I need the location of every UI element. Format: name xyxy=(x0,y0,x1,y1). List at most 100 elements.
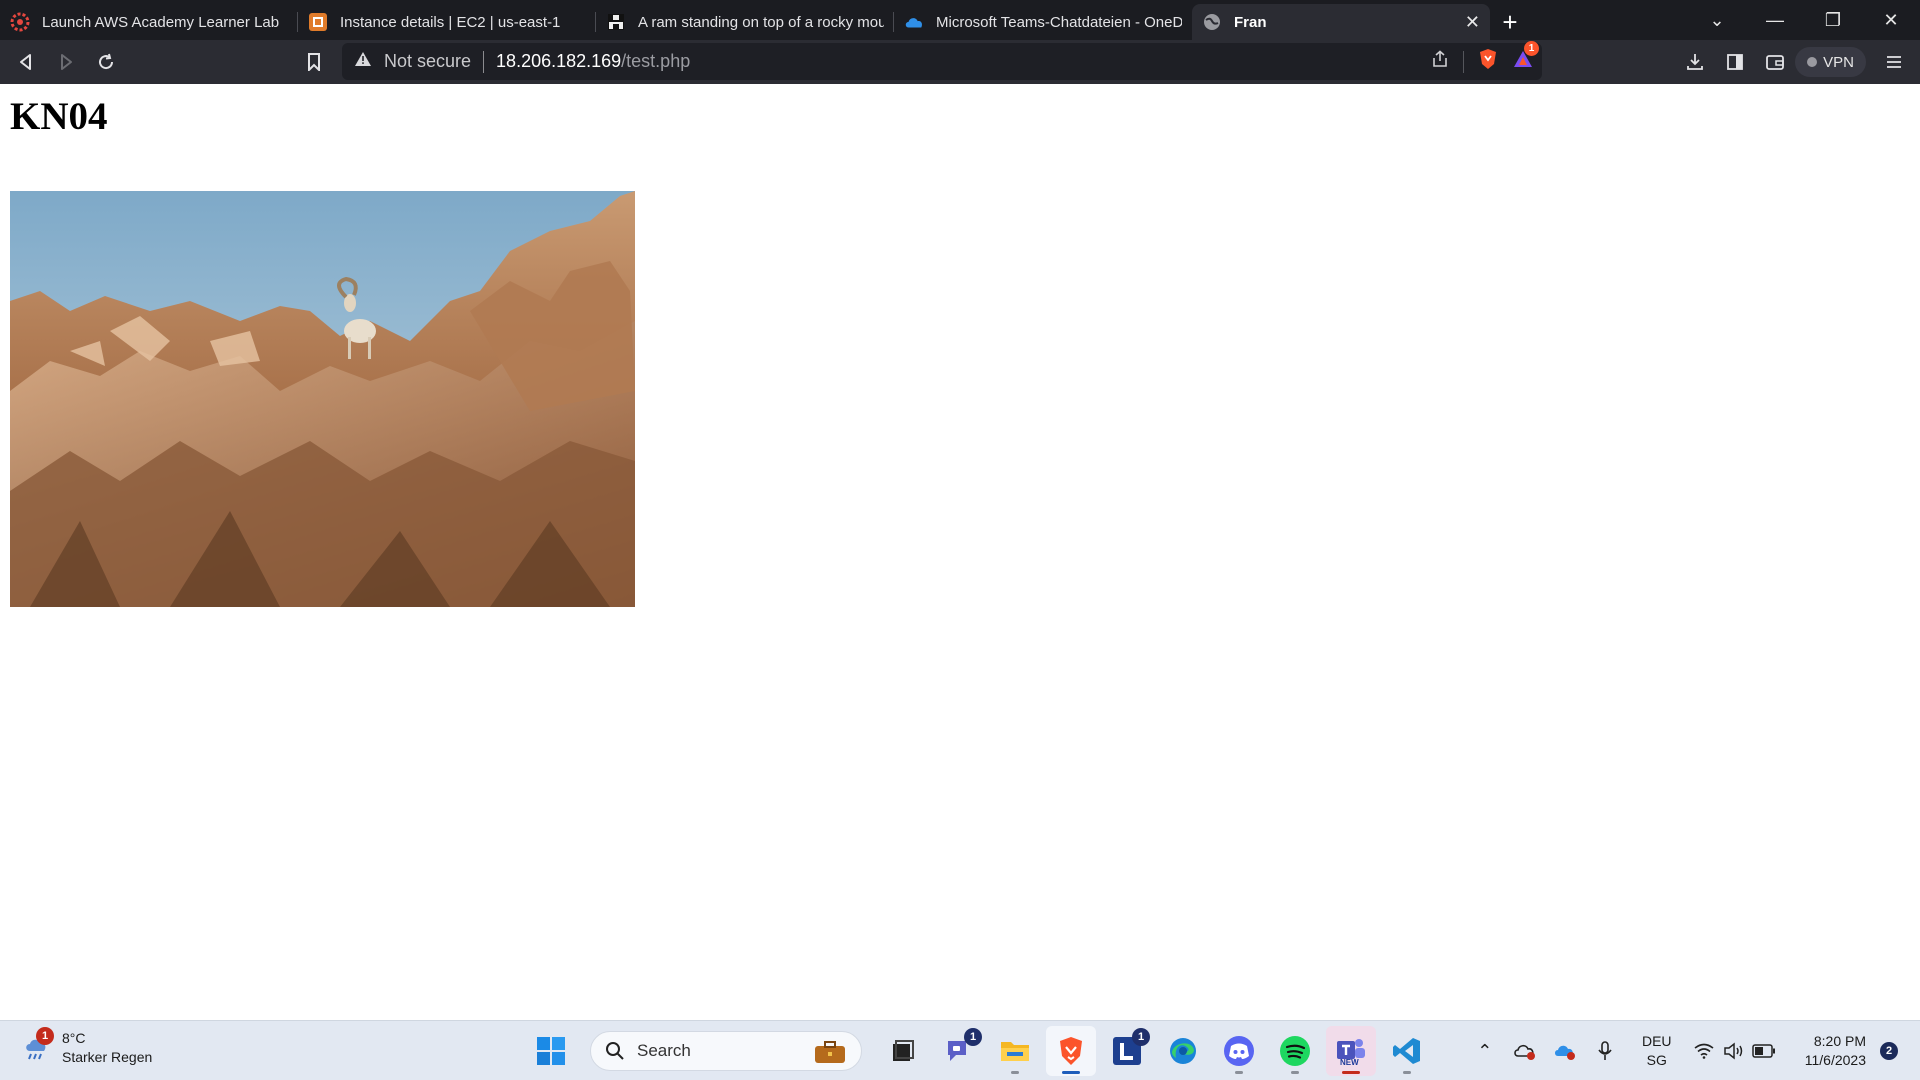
tab-title: Fran xyxy=(1234,13,1267,31)
running-indicator xyxy=(1291,1071,1299,1074)
running-indicator xyxy=(1403,1071,1411,1074)
aws-ec2-icon xyxy=(308,12,328,32)
brave-rewards-icon[interactable]: 1 xyxy=(1512,41,1539,74)
hamburger-menu-icon xyxy=(1887,56,1901,68)
onedrive-icon xyxy=(904,12,924,32)
notification-center-button[interactable]: 2 xyxy=(1874,1042,1904,1060)
new-tab-button[interactable]: + xyxy=(1490,4,1530,40)
spotify-icon xyxy=(1280,1036,1310,1066)
search-icon xyxy=(606,1042,624,1060)
reload-button[interactable] xyxy=(86,42,126,82)
back-button[interactable] xyxy=(6,42,46,82)
taskbar-apps: Search 1 1 NEW xyxy=(526,1021,1432,1080)
microphone-icon[interactable] xyxy=(1585,1031,1625,1071)
input-language[interactable]: DEU SG xyxy=(1633,1032,1681,1070)
running-indicator xyxy=(1062,1071,1080,1074)
globe-icon xyxy=(1202,12,1222,32)
tab-ec2-instance[interactable]: Instance details | EC2 | us-east-1 xyxy=(298,4,596,40)
tab-aws-academy[interactable]: Launch AWS Academy Learner Lab xyxy=(0,4,298,40)
windows-taskbar: 1 8°C Starker Regen Search 1 1 NEW ⌃ DEU… xyxy=(0,1020,1920,1080)
vpn-label: VPN xyxy=(1823,53,1854,71)
minimize-icon[interactable]: — xyxy=(1746,10,1804,31)
ram-on-rocks-image xyxy=(10,191,635,607)
search-label: Search xyxy=(637,1041,691,1060)
address-divider xyxy=(483,50,485,73)
sidebar-button[interactable] xyxy=(1715,42,1755,82)
onedrive-error-icon[interactable] xyxy=(1505,1031,1545,1071)
tab-fran-active[interactable]: Fran ✕ xyxy=(1192,4,1490,40)
battery-icon[interactable] xyxy=(1749,1031,1779,1071)
tab-strip: Launch AWS Academy Learner Lab Instance … xyxy=(0,0,1920,40)
brave-browser-button[interactable] xyxy=(1046,1026,1096,1076)
volume-icon[interactable] xyxy=(1719,1031,1749,1071)
tab-title: Launch AWS Academy Learner Lab xyxy=(42,13,280,31)
vpn-button[interactable]: VPN xyxy=(1795,47,1866,77)
tab-title: Microsoft Teams-Chatdateien - OneDr xyxy=(936,13,1182,31)
wallet-button[interactable] xyxy=(1755,42,1795,82)
notification-count-badge: 2 xyxy=(1880,1042,1898,1060)
forward-button[interactable] xyxy=(46,42,86,82)
edge-button[interactable] xyxy=(1158,1026,1208,1076)
discord-icon xyxy=(1224,1036,1254,1066)
rewards-badge: 1 xyxy=(1524,41,1539,56)
teams-new-icon: NEW xyxy=(1335,1035,1367,1067)
download-icon xyxy=(1687,54,1704,70)
page-content: KN04 xyxy=(0,84,1920,1020)
url-path: /test.php xyxy=(621,51,691,71)
weather-badge: 1 xyxy=(36,1027,54,1045)
sidebar-icon xyxy=(1727,54,1744,70)
tab-title: Instance details | EC2 | us-east-1 xyxy=(340,13,561,31)
teams-chat-button[interactable]: 1 xyxy=(934,1026,984,1076)
taskbar-clock[interactable]: 8:20 PM 11/6/2023 xyxy=(1805,1032,1866,1070)
tab-unsplash-ram[interactable]: A ram standing on top of a rocky mou xyxy=(596,4,894,40)
spotify-button[interactable] xyxy=(1270,1026,1320,1076)
brave-shields-icon[interactable] xyxy=(1478,48,1498,75)
share-icon[interactable] xyxy=(1431,50,1449,73)
running-indicator xyxy=(1011,1071,1019,1074)
forward-icon xyxy=(61,54,72,70)
browser-toolbar: Not secure 18.206.182.169 /test.php 1 VP… xyxy=(0,40,1920,84)
address-bar-actions: 1 xyxy=(1431,41,1539,80)
vscode-icon xyxy=(1393,1038,1420,1064)
taskbar-search[interactable]: Search xyxy=(590,1031,862,1071)
system-tray: ⌃ DEU SG 8:20 PM 11/6/2023 2 xyxy=(1465,1021,1920,1080)
file-explorer-button[interactable] xyxy=(990,1026,1040,1076)
close-window-icon[interactable]: ✕ xyxy=(1862,10,1920,31)
vscode-button[interactable] xyxy=(1382,1026,1432,1076)
clock-date: 11/6/2023 xyxy=(1804,1052,1866,1068)
onedrive-sync-error-icon[interactable] xyxy=(1545,1031,1585,1071)
downloads-button[interactable] xyxy=(1675,42,1715,82)
close-tab-icon[interactable]: ✕ xyxy=(1465,12,1480,33)
reload-icon xyxy=(99,53,114,70)
tab-onedrive[interactable]: Microsoft Teams-Chatdateien - OneDr xyxy=(894,4,1192,40)
teams-new-button[interactable]: NEW xyxy=(1326,1026,1376,1076)
teams-new-label: NEW xyxy=(1340,1058,1359,1067)
menu-button[interactable] xyxy=(1874,42,1914,82)
discord-button[interactable] xyxy=(1214,1026,1264,1076)
toolbar-right: VPN xyxy=(1675,40,1920,84)
warning-icon[interactable] xyxy=(354,51,374,72)
teams-chat-badge: 1 xyxy=(964,1028,982,1046)
address-bar[interactable]: Not secure 18.206.182.169 /test.php 1 xyxy=(342,41,1542,80)
running-indicator xyxy=(1342,1071,1360,1074)
security-label[interactable]: Not secure xyxy=(384,51,471,72)
bookmark-button[interactable] xyxy=(294,42,334,82)
brave-lion-icon xyxy=(1060,1037,1082,1065)
tab-search-chevron-icon[interactable]: ⌄ xyxy=(1688,10,1746,31)
unsplash-icon xyxy=(606,12,626,32)
start-button[interactable] xyxy=(526,1026,576,1076)
wallet-icon xyxy=(1766,55,1785,70)
address-divider xyxy=(1463,50,1464,73)
tab-title: A ram standing on top of a rocky mou xyxy=(638,13,884,31)
back-icon xyxy=(20,54,31,70)
show-hidden-icons-chevron-icon[interactable]: ⌃ xyxy=(1465,1031,1505,1071)
app-l-badge: 1 xyxy=(1132,1028,1150,1046)
task-view-icon xyxy=(893,1040,914,1061)
briefcase-icon xyxy=(813,1040,847,1069)
app-l-button[interactable]: 1 xyxy=(1102,1026,1152,1076)
restore-icon[interactable]: ❐ xyxy=(1804,10,1862,31)
task-view-button[interactable] xyxy=(878,1026,928,1076)
bookmark-icon xyxy=(308,53,320,71)
weather-widget[interactable]: 1 8°C Starker Regen xyxy=(22,1027,152,1067)
wifi-icon[interactable] xyxy=(1689,1031,1719,1071)
